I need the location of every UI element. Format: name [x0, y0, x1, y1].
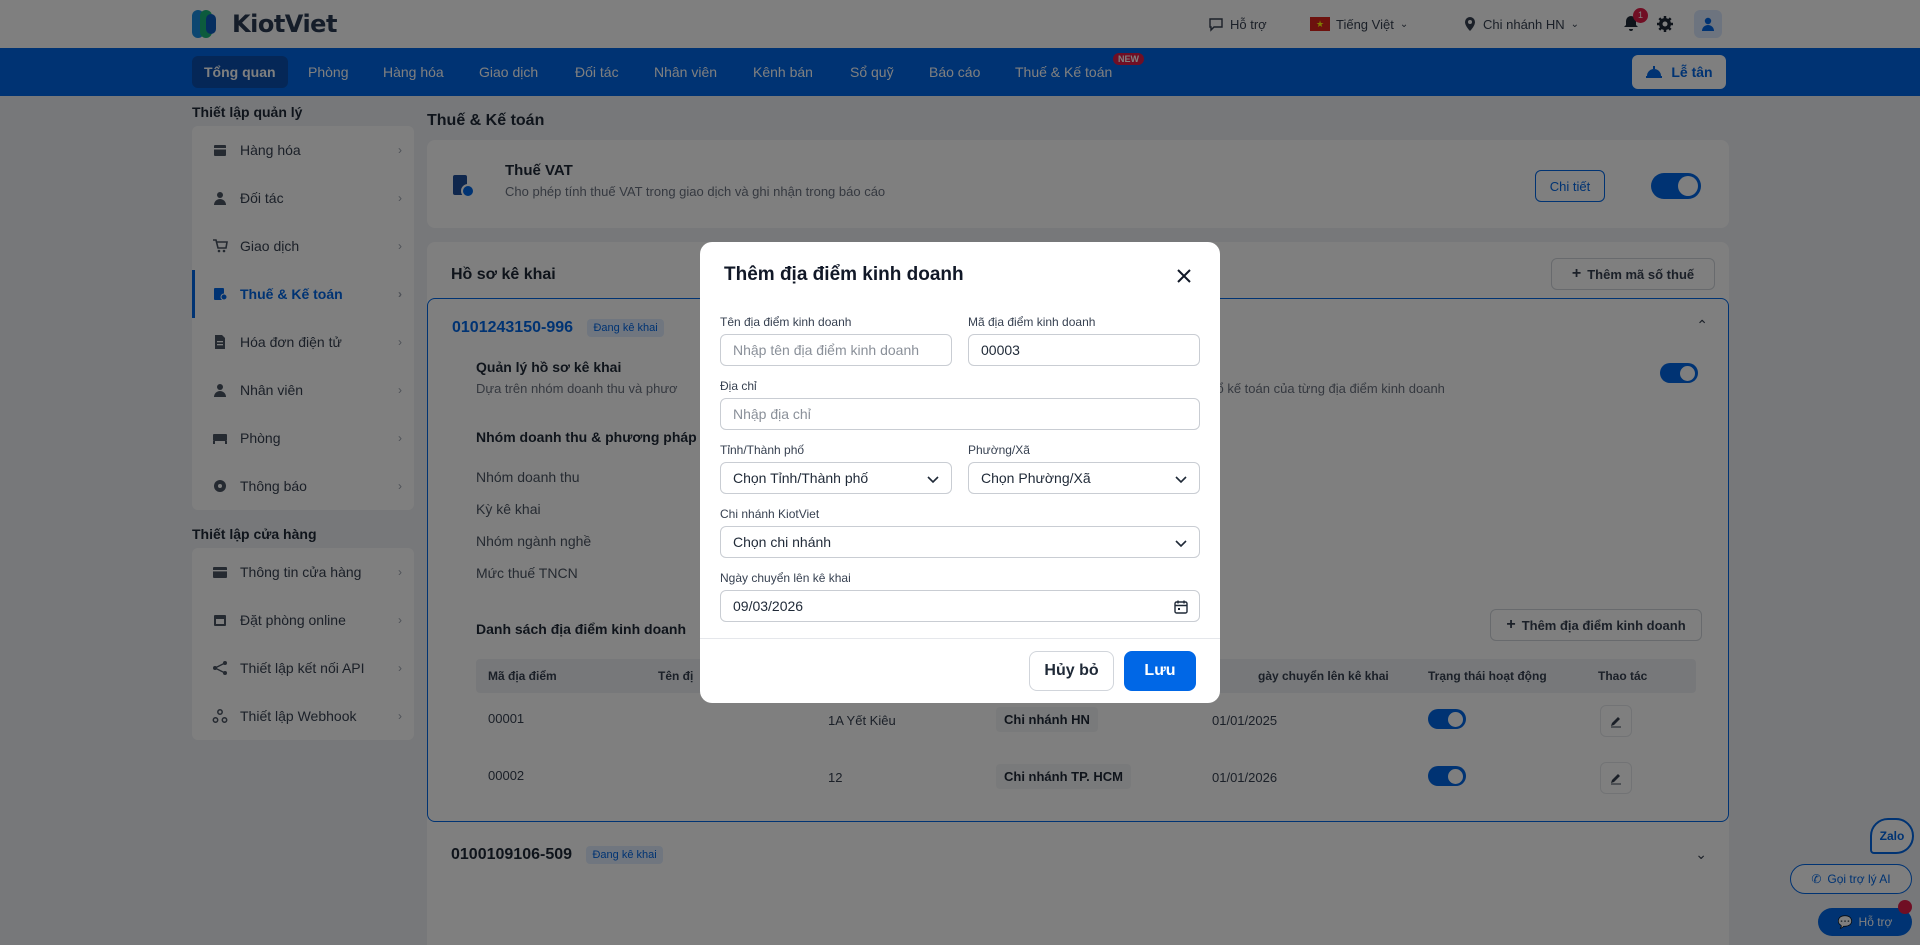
- chevron-down-icon: [927, 476, 939, 484]
- location-code-label: Mã địa điểm kinh doanh: [968, 315, 1096, 329]
- ward-value: Chọn Phường/Xã: [981, 470, 1091, 486]
- province-label: Tỉnh/Thành phố: [720, 443, 805, 457]
- province-select[interactable]: Chọn Tỉnh/Thành phố: [720, 462, 952, 494]
- location-name-input[interactable]: Nhập tên địa điểm kinh doanh: [720, 334, 952, 366]
- location-name-label: Tên địa điểm kinh doanh: [720, 315, 852, 329]
- add-location-dialog: Thêm địa điểm kinh doanh Tên địa điểm ki…: [700, 242, 1220, 703]
- date-value: 09/03/2026: [733, 598, 804, 614]
- close-button[interactable]: [1172, 264, 1196, 288]
- date-label: Ngày chuyển lên kê khai: [720, 571, 851, 585]
- address-input[interactable]: Nhập địa chỉ: [720, 398, 1200, 430]
- province-value: Chọn Tỉnh/Thành phố: [733, 470, 869, 486]
- save-button[interactable]: Lưu: [1124, 651, 1196, 691]
- dialog-footer: Hủy bỏ Lưu: [700, 638, 1220, 703]
- ward-label: Phường/Xã: [968, 443, 1030, 457]
- cancel-button[interactable]: Hủy bỏ: [1029, 651, 1114, 691]
- location-code-input[interactable]: 00003: [968, 334, 1200, 366]
- branch-value: Chọn chi nhánh: [733, 534, 832, 550]
- chevron-down-icon: [1175, 540, 1187, 548]
- ward-select[interactable]: Chọn Phường/Xã: [968, 462, 1200, 494]
- close-icon: [1177, 269, 1191, 283]
- date-input[interactable]: 09/03/2026: [720, 590, 1200, 622]
- calendar-icon[interactable]: [1173, 599, 1189, 615]
- chevron-down-icon: [1175, 476, 1187, 484]
- dialog-title: Thêm địa điểm kinh doanh: [724, 264, 964, 285]
- address-label: Địa chỉ: [720, 379, 757, 393]
- branch-select[interactable]: Chọn chi nhánh: [720, 526, 1200, 558]
- branch-label: Chi nhánh KiotViet: [720, 507, 820, 521]
